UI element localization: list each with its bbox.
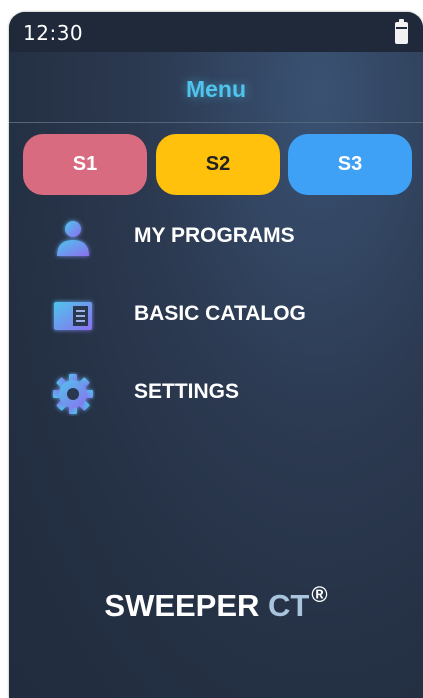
user-icon — [45, 210, 101, 266]
brand-name: SWEEPER — [104, 588, 260, 623]
brand-logo: SWEEPER CT® — [9, 582, 423, 624]
registered-mark: ® — [311, 582, 328, 607]
preset-s1-button[interactable]: S1 — [23, 134, 147, 195]
status-time: 12:30 — [23, 21, 84, 45]
menu-item-label: MY PROGRAMS — [134, 224, 295, 247]
header-divider — [9, 122, 423, 123]
gear-icon — [45, 366, 101, 422]
device-screen: 12:30 Menu S1 S2 S3 MY PROGRAMS BASIC CA… — [9, 12, 423, 698]
brand-suffix: CT — [268, 588, 310, 623]
menu-item-basic-catalog[interactable]: BASIC CATALOG — [37, 288, 407, 344]
catalog-icon — [45, 288, 101, 344]
preset-s3-button[interactable]: S3 — [288, 134, 412, 195]
battery-icon — [395, 19, 408, 44]
menu-item-label: SETTINGS — [134, 380, 240, 403]
menu-item-label: BASIC CATALOG — [134, 302, 306, 325]
menu-item-settings[interactable]: SETTINGS — [37, 366, 407, 422]
menu-item-my-programs[interactable]: MY PROGRAMS — [37, 210, 407, 266]
page-title: Menu — [185, 76, 247, 102]
preset-s2-button[interactable]: S2 — [156, 134, 280, 195]
status-bar: 12:30 — [9, 12, 423, 52]
